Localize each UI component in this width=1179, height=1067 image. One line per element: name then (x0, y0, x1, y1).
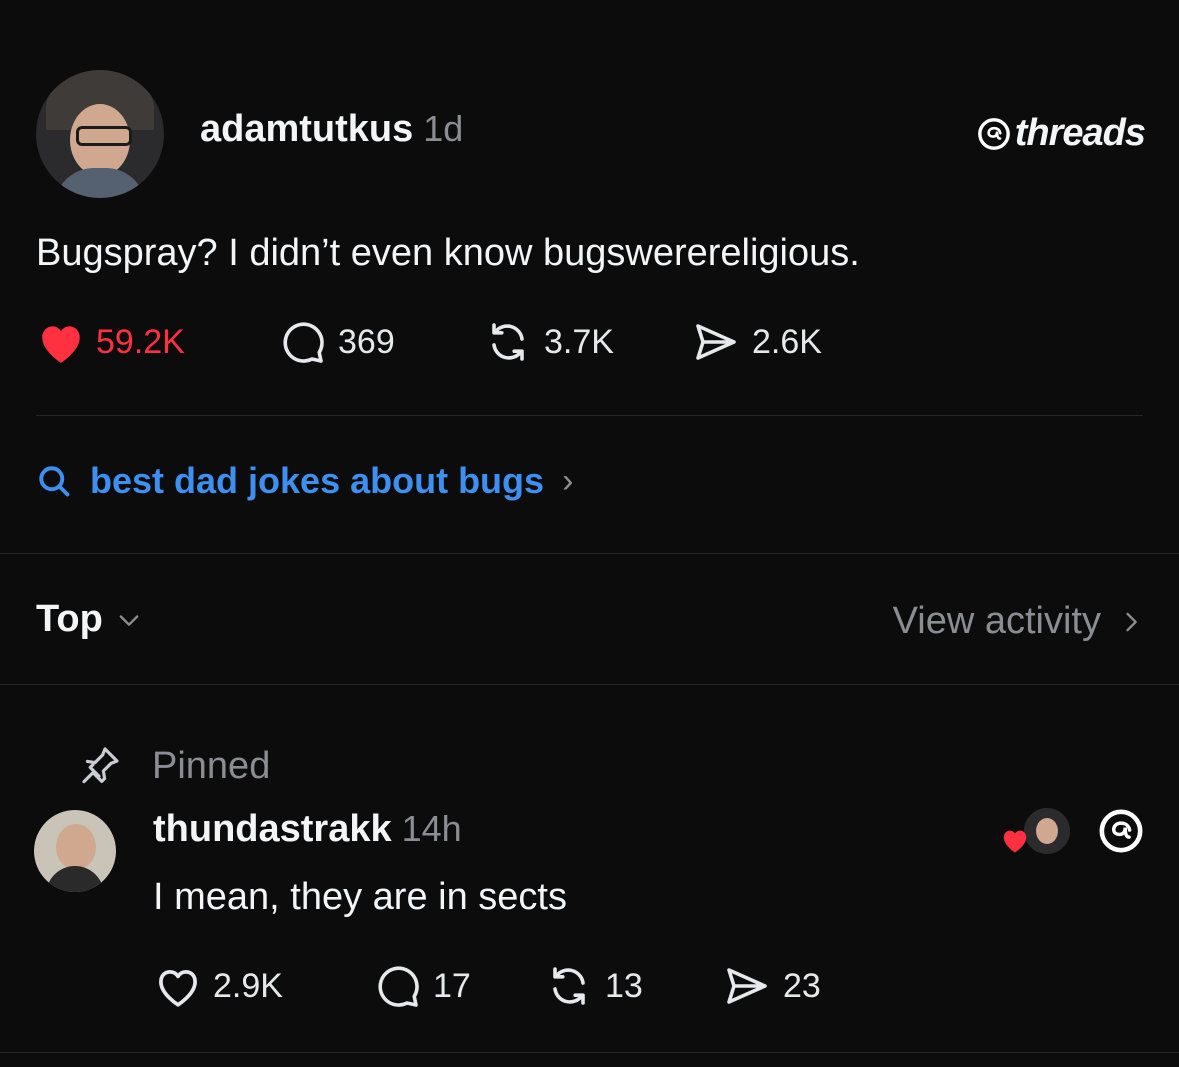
reply-actions: 2.9K 17 13 23 (153, 962, 821, 1010)
author-username[interactable]: adamtutkus (200, 108, 413, 151)
reply-share-count: 23 (783, 966, 821, 1005)
pinned-label: Pinned (152, 744, 271, 787)
search-suggestion[interactable]: best dad jokes about bugs › (36, 460, 573, 502)
divider (36, 415, 1143, 416)
divider (0, 553, 1179, 554)
post-text: Bugspray? I didn’t even know bugswererel… (36, 232, 860, 274)
send-icon (696, 324, 736, 360)
pin-icon (82, 747, 119, 784)
reply-count: 369 (338, 322, 395, 361)
like-count: 59.2K (96, 322, 185, 361)
reply-repost-button[interactable]: 13 (543, 962, 721, 1010)
reply-reply-button[interactable]: 17 (371, 962, 543, 1010)
author-liked-indicator (1000, 806, 1072, 856)
like-button[interactable]: 59.2K (36, 318, 276, 366)
comment-icon (283, 322, 324, 363)
search-suggestion-text: best dad jokes about bugs (90, 460, 545, 501)
send-icon (727, 968, 767, 1004)
reply-header: thundastrakk 14h (153, 808, 462, 851)
threads-icon[interactable] (1098, 808, 1144, 854)
reply-share-button[interactable]: 23 (721, 962, 821, 1010)
search-icon (39, 466, 70, 497)
view-activity-link[interactable]: View activity (893, 600, 1145, 643)
threads-logo-text: threads (1014, 112, 1146, 154)
repost-icon (553, 967, 585, 1005)
reply-username[interactable]: thundastrakk (153, 808, 392, 851)
chevron-down-icon (119, 614, 139, 626)
divider (0, 684, 1179, 685)
threads-logo-icon (977, 117, 1010, 150)
author-avatar[interactable] (36, 70, 164, 198)
comment-icon (378, 966, 419, 1007)
reply-reply-count: 17 (433, 966, 471, 1005)
sort-label: Top (36, 598, 103, 640)
pinned-indicator: Pinned (76, 742, 270, 790)
share-count: 2.6K (752, 322, 822, 361)
post-time: 1d (423, 108, 464, 149)
heart-filled-icon (1003, 830, 1027, 853)
heart-outline-icon (159, 969, 197, 1007)
view-activity-label: View activity (892, 600, 1101, 642)
repost-button[interactable]: 3.7K (482, 318, 690, 366)
share-button[interactable]: 2.6K (690, 318, 822, 366)
reply-avatar[interactable] (34, 810, 116, 892)
chevron-right-icon (1126, 612, 1137, 631)
repost-icon (492, 323, 524, 361)
reply-time: 14h (401, 808, 462, 849)
chevron-right-icon: › (562, 461, 574, 500)
repost-count: 3.7K (544, 322, 614, 361)
sort-dropdown[interactable]: Top (36, 598, 143, 641)
post-header: adamtutkus 1d (200, 108, 463, 151)
reply-like-count: 2.9K (213, 966, 283, 1005)
threads-logo: threads (977, 112, 1146, 155)
heart-filled-icon (42, 326, 80, 363)
reply-like-button[interactable]: 2.9K (153, 962, 371, 1010)
reply-button[interactable]: 369 (276, 318, 482, 366)
post-actions: 59.2K 369 3.7K 2.6K (36, 318, 822, 366)
reply-text: I mean, they are in sects (153, 876, 567, 918)
reply-repost-count: 13 (605, 966, 643, 1005)
divider (0, 1052, 1179, 1053)
